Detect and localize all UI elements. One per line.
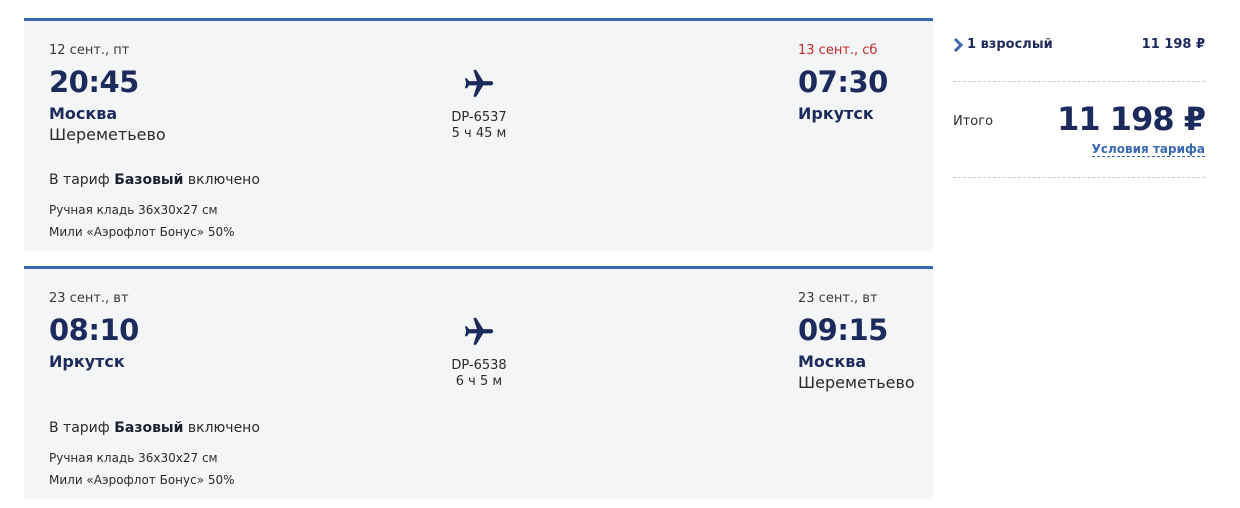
departure-time: 08:10 [49, 313, 139, 347]
flight-duration: 5 ч 45 м [451, 126, 507, 141]
miles-info: Мили «Аэрофлот Бонус» 50% [49, 225, 235, 239]
total-label: Итого [953, 114, 994, 129]
arrival-date: 23 сент., вт [798, 291, 878, 306]
tariff-prefix: В тариф [49, 420, 115, 436]
arrival-time: 07:30 [798, 65, 888, 99]
tariff-terms-link[interactable]: Условия тарифа [1091, 142, 1205, 157]
plane-icon [462, 315, 496, 349]
tariff-name: Базовый [114, 172, 184, 188]
arrival-date: 13 сент., сб [798, 43, 878, 58]
departure-city: Иркутск [49, 352, 125, 371]
price-summary: 1 взрослый 11 198 ₽ Итого 11 198 ₽ Услов… [953, 0, 1206, 200]
tariff-suffix: включено [183, 172, 260, 188]
baggage-info: Ручная кладь 36х30х27 см [49, 203, 218, 217]
flight-info: DP-6538 6 ч 5 м [429, 315, 529, 389]
chevron-right-icon[interactable] [953, 37, 964, 53]
baggage-info: Ручная кладь 36х30х27 см [49, 451, 218, 465]
departure-time: 20:45 [49, 65, 139, 99]
divider [953, 177, 1205, 178]
departure-date: 12 сент., пт [49, 43, 130, 58]
passenger-count: 1 взрослый [967, 37, 1053, 52]
departure-airport: Шереметьево [49, 125, 166, 144]
arrival-city: Москва [798, 352, 867, 371]
passenger-row[interactable]: 1 взрослый 11 198 ₽ [953, 37, 1205, 55]
arrival-city: Иркутск [798, 104, 874, 123]
flight-number: DP-6538 [451, 358, 507, 373]
departure-date: 23 сент., вт [49, 291, 129, 306]
miles-info: Мили «Аэрофлот Бонус» 50% [49, 473, 235, 487]
arrival-time: 09:15 [798, 313, 888, 347]
flight-number: DP-6537 [451, 110, 507, 125]
flight-info: DP-6537 5 ч 45 м [429, 67, 529, 141]
tariff-suffix: включено [183, 420, 260, 436]
flight-card-outbound: 12 сент., пт 20:45 Москва Шереметьево DP… [24, 18, 933, 251]
tariff-prefix: В тариф [49, 172, 115, 188]
flight-card-return: 23 сент., вт 08:10 Иркутск DP-6538 6 ч 5… [24, 266, 933, 499]
plane-icon [462, 67, 496, 101]
tariff-line: В тариф Базовый включено [49, 420, 260, 436]
arrival-airport: Шереметьево [798, 373, 915, 392]
passenger-price: 11 198 ₽ [1141, 37, 1205, 52]
departure-city: Москва [49, 104, 118, 123]
total-price: 11 198 ₽ [1057, 100, 1206, 138]
divider [953, 81, 1205, 82]
tariff-name: Базовый [114, 420, 184, 436]
tariff-line: В тариф Базовый включено [49, 172, 260, 188]
flight-duration: 6 ч 5 м [455, 374, 503, 389]
